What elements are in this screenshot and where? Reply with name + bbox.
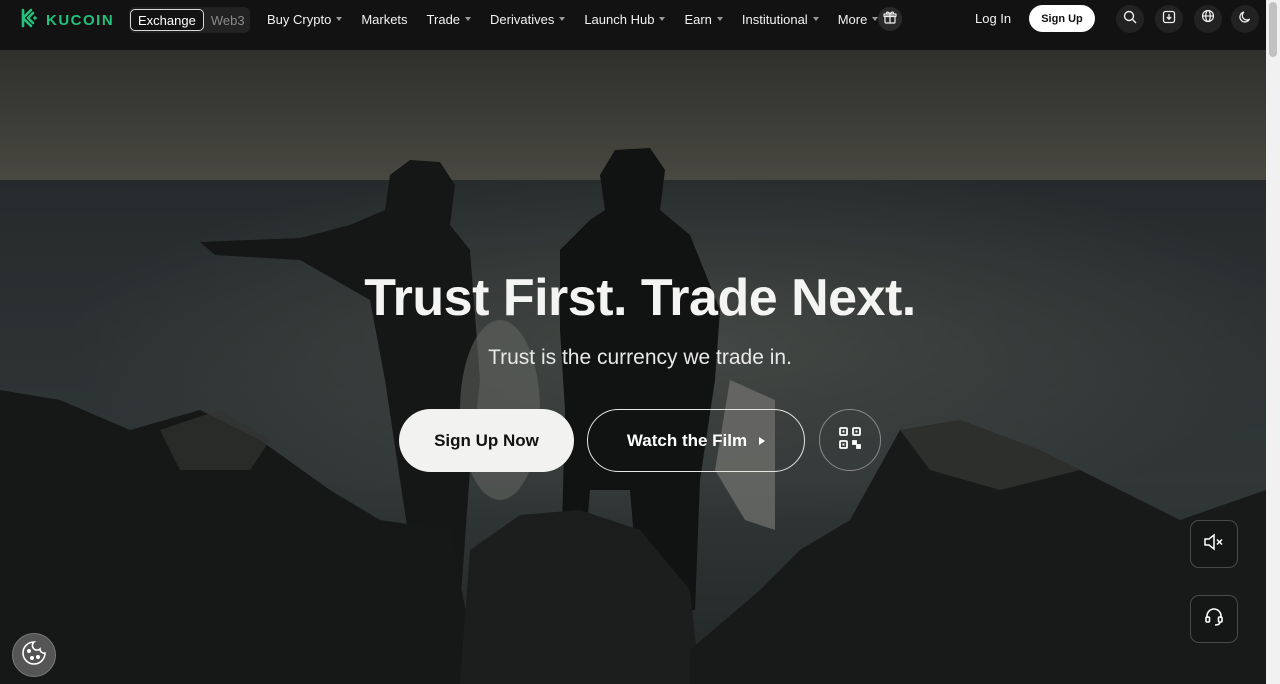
nav-markets[interactable]: Markets bbox=[361, 12, 407, 27]
volume-muted-icon bbox=[1203, 532, 1225, 556]
signup-button[interactable]: Sign Up bbox=[1029, 5, 1095, 32]
kucoin-logo-icon bbox=[20, 8, 40, 33]
mute-toggle-button[interactable] bbox=[1190, 520, 1238, 568]
nav-label: Trade bbox=[426, 11, 461, 27]
play-icon bbox=[759, 436, 766, 445]
nav-buy-crypto[interactable]: Buy Crypto bbox=[267, 11, 343, 27]
nav-label: More bbox=[837, 11, 868, 27]
chevron-down-icon bbox=[559, 17, 566, 21]
top-navigation-bar: KUCOIN Exchange Web3 Buy Crypto Markets … bbox=[0, 0, 1266, 50]
chevron-down-icon bbox=[659, 17, 666, 21]
nav-derivatives[interactable]: Derivatives bbox=[490, 11, 566, 27]
qr-download-button[interactable] bbox=[819, 409, 881, 471]
hero-section: Trust First. Trade Next. Trust is the cu… bbox=[0, 50, 1266, 684]
nav-label: Markets bbox=[361, 11, 408, 27]
download-icon bbox=[1162, 10, 1176, 29]
search-icon bbox=[1123, 10, 1137, 29]
nav-label: Buy Crypto bbox=[267, 11, 332, 27]
kucoin-logo[interactable]: KUCOIN bbox=[20, 8, 114, 33]
hero-subtitle: Trust is the currency we trade in. bbox=[488, 346, 792, 369]
moon-icon bbox=[1238, 10, 1252, 29]
nav-launch-hub[interactable]: Launch Hub bbox=[584, 11, 666, 27]
nav-trade[interactable]: Trade bbox=[426, 11, 472, 27]
nav-institutional[interactable]: Institutional bbox=[742, 12, 819, 27]
page-scrollbar[interactable] bbox=[1266, 0, 1280, 684]
watch-film-button[interactable]: Watch the Film bbox=[587, 409, 805, 472]
web3-tab[interactable]: Web3 bbox=[211, 13, 245, 28]
platform-switch: Exchange Web3 bbox=[129, 7, 250, 33]
watch-film-label: Watch the Film bbox=[626, 430, 748, 450]
nav-label: Derivatives bbox=[490, 11, 555, 27]
hero-title: Trust First. Trade Next. bbox=[364, 269, 916, 327]
globe-icon bbox=[1201, 9, 1216, 29]
main-nav: Buy Crypto Markets Trade Derivatives Lau… bbox=[267, 0, 897, 38]
nav-label: Earn bbox=[684, 11, 712, 27]
chevron-down-icon bbox=[812, 17, 819, 21]
nav-more[interactable]: More bbox=[838, 12, 879, 27]
scrollbar-thumb[interactable] bbox=[1269, 2, 1277, 57]
nav-label: Institutional bbox=[741, 11, 808, 27]
language-currency-button[interactable] bbox=[1194, 5, 1222, 33]
nav-earn[interactable]: Earn bbox=[684, 11, 723, 27]
nav-label: Launch Hub bbox=[584, 11, 655, 27]
chevron-down-icon bbox=[716, 17, 723, 21]
chevron-down-icon bbox=[336, 17, 343, 21]
exchange-tab[interactable]: Exchange bbox=[130, 9, 204, 31]
logo-text: KUCOIN bbox=[46, 12, 115, 29]
support-chat-button[interactable] bbox=[1190, 595, 1238, 643]
qr-code-icon bbox=[838, 426, 862, 455]
rewards-button[interactable] bbox=[878, 7, 902, 31]
theme-toggle-button[interactable] bbox=[1231, 5, 1259, 33]
sign-up-now-button[interactable]: Sign Up Now bbox=[399, 409, 574, 472]
cookie-settings-button[interactable] bbox=[12, 633, 56, 677]
cookie-icon bbox=[20, 639, 48, 672]
download-app-button[interactable] bbox=[1155, 5, 1183, 33]
headset-icon bbox=[1204, 607, 1224, 632]
gift-icon bbox=[883, 10, 897, 29]
login-link[interactable]: Log In bbox=[975, 11, 1011, 26]
chevron-down-icon bbox=[465, 17, 472, 21]
search-button[interactable] bbox=[1116, 5, 1144, 33]
